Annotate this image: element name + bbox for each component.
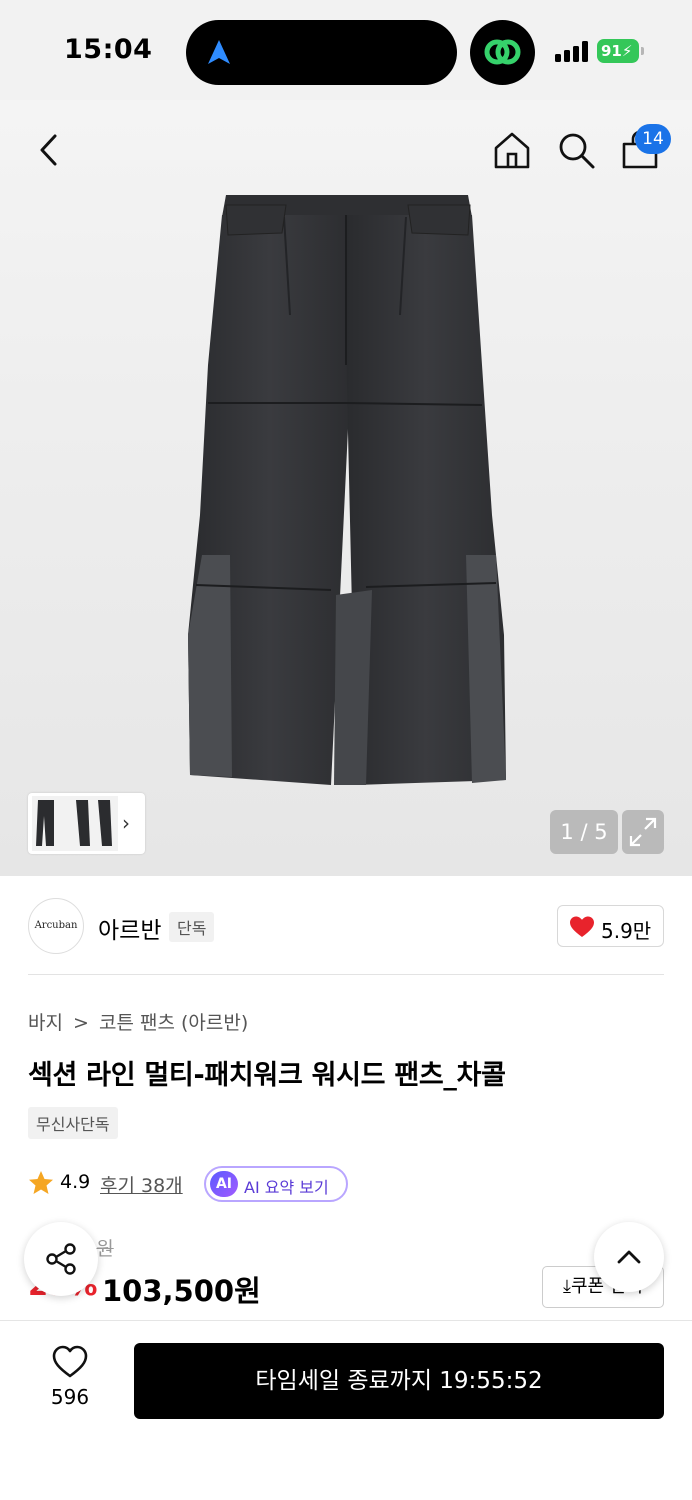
dynamic-island xyxy=(186,20,457,85)
ai-badge-icon: AI xyxy=(210,1171,238,1197)
brand-exclusive-tag: 단독 xyxy=(169,912,215,942)
brand-name[interactable]: 아르반 xyxy=(98,911,161,945)
brand-like-count: 5.9만 xyxy=(601,919,652,943)
home-icon[interactable] xyxy=(492,130,532,170)
heart-outline-icon xyxy=(52,1345,88,1378)
breadcrumb-separator: > xyxy=(73,1012,89,1034)
share-button[interactable] xyxy=(24,1222,98,1296)
expand-icon[interactable] xyxy=(622,810,664,854)
chevron-up-icon xyxy=(617,1250,641,1264)
breadcrumb: 바지 > 코튼 팬츠 (아르반) xyxy=(28,1008,252,1035)
brand-logo[interactable]: Arcuban xyxy=(28,898,84,954)
divider xyxy=(28,974,664,975)
ai-summary-button[interactable]: AI AI 요약 보기 xyxy=(204,1166,348,1202)
star-icon xyxy=(29,1171,53,1194)
live-activity-icon xyxy=(470,20,535,85)
image-pager: 1 / 5 xyxy=(550,810,618,854)
product-photo[interactable] xyxy=(186,195,506,785)
back-icon[interactable] xyxy=(30,130,70,170)
reviews-link[interactable]: 후기 38개 xyxy=(100,1171,183,1198)
scroll-to-top-button[interactable] xyxy=(594,1222,664,1292)
status-bar: 15:04 91⚡ xyxy=(0,0,692,100)
battery-cap xyxy=(641,47,644,55)
brand-like-button[interactable]: 5.9만 xyxy=(557,905,664,947)
cellular-signal-icon xyxy=(555,40,589,62)
battery-level: 91 xyxy=(601,42,622,60)
breadcrumb-category[interactable]: 바지 xyxy=(28,1012,63,1034)
cart-count-badge: 14 xyxy=(635,124,671,154)
thumbnail-strip[interactable]: › xyxy=(28,793,145,854)
battery-icon: 91⚡ xyxy=(597,39,639,63)
breadcrumb-subcategory[interactable]: 코튼 팬츠 (아르반) xyxy=(99,1012,248,1034)
chevron-right-icon[interactable]: › xyxy=(122,811,130,835)
product-image-gallery[interactable]: 14 › 1 / 5 xyxy=(0,100,692,876)
product-title: 섹션 라인 멀티-패치워크 워시드 팬츠_차콜 xyxy=(28,1060,506,1091)
navigation-arrow-icon xyxy=(208,40,230,64)
thumbnail-image[interactable] xyxy=(32,796,118,851)
share-icon xyxy=(46,1243,76,1275)
exclusive-tag: 무신사단독 xyxy=(28,1107,118,1139)
wishlist-button[interactable]: 596 xyxy=(40,1345,100,1415)
status-time: 15:04 xyxy=(64,34,153,65)
ai-summary-label: AI 요약 보기 xyxy=(244,1178,329,1197)
heart-filled-icon xyxy=(570,916,594,937)
wishlist-count: 596 xyxy=(50,1385,90,1409)
buy-button[interactable]: 타임세일 종료까지 19:55:52 xyxy=(134,1343,664,1419)
sale-price: 103,500원 xyxy=(102,1274,261,1308)
search-icon[interactable] xyxy=(556,130,596,170)
rating-value: 4.9 xyxy=(60,1171,91,1193)
bottom-action-bar: 596 타임세일 종료까지 19:55:52 xyxy=(0,1320,692,1500)
